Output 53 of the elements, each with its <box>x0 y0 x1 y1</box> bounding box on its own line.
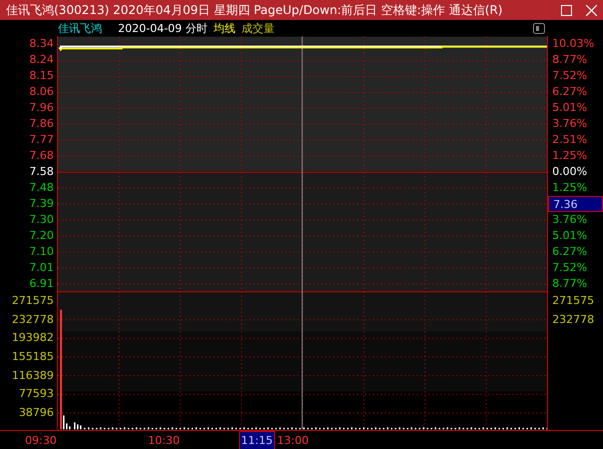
volume-axis-label: 232778 <box>551 312 596 328</box>
volume-axis-label: 38796 <box>18 405 55 422</box>
price-label: 7.48 <box>28 180 55 196</box>
time-label: 09:30 <box>25 434 57 447</box>
percent-label: 6.27% <box>552 245 588 259</box>
percent-label: 1.25% <box>552 149 588 163</box>
price-label: 8.24 <box>28 52 55 68</box>
time-label: 11:15 <box>239 431 275 449</box>
price-label: 8.34 <box>28 36 55 52</box>
avg-line-label[interactable]: 均线 <box>213 20 236 36</box>
percent-label: 3.76% <box>552 213 588 227</box>
percent-label: 0.00% <box>552 165 588 179</box>
percent-label: 8.77% <box>552 53 588 67</box>
close-icon[interactable] <box>586 4 597 16</box>
window-title: 佳讯飞鸿(300213) 2020年04月09日 星期四 PageUp/Down:前后日 空格键:操作 通达信(R) <box>6 2 504 18</box>
chart-date: 2020-04-09 分时 <box>118 20 208 36</box>
percent-label: 7.52% <box>552 261 588 275</box>
percent-label: 1.25% <box>552 181 588 195</box>
price-label: 7.01 <box>28 260 55 276</box>
volume-axis-label: 271575 <box>10 293 55 309</box>
price-label: 8.15 <box>28 68 55 84</box>
price-label: 7.39 <box>28 196 55 212</box>
cursor-price: 7.36 <box>548 196 603 212</box>
price-label: 7.96 <box>28 100 55 116</box>
percent-label: 7.52% <box>552 69 588 83</box>
time-label: 13:00 <box>277 434 309 447</box>
percent-label: 5.01% <box>552 229 588 243</box>
percent-label: 5.01% <box>552 101 588 115</box>
maximize-icon[interactable] <box>561 4 572 16</box>
toggle-icon[interactable] <box>533 22 545 34</box>
volume-axis-label: 155185 <box>10 349 55 366</box>
price-label: 7.10 <box>28 244 55 260</box>
price-label: 6.91 <box>28 276 55 292</box>
percent-label: 3.76% <box>552 117 588 131</box>
time-label: 10:30 <box>148 434 180 447</box>
percent-label: 8.77% <box>552 277 588 291</box>
stock-name: 佳讯飞鸿 <box>58 20 102 36</box>
volume-axis-label: 116389 <box>10 368 55 384</box>
percent-label: 6.27% <box>552 85 588 99</box>
price-label: 7.86 <box>28 116 55 132</box>
price-label: 7.58 <box>28 164 55 180</box>
volume-axis-label: 232778 <box>10 312 55 328</box>
percent-label: 10.03% <box>552 37 594 51</box>
volume-axis-label: 193982 <box>10 330 55 346</box>
volume-axis-label: 271575 <box>551 293 596 309</box>
percent-label: 2.51% <box>552 133 588 147</box>
volume-axis-label: 77593 <box>18 386 55 402</box>
volume-label[interactable]: 成交量 <box>241 20 274 36</box>
price-label: 7.77 <box>28 132 55 148</box>
price-label: 7.20 <box>28 228 55 244</box>
price-label: 8.06 <box>28 84 55 100</box>
price-label: 7.30 <box>28 212 55 228</box>
price-label: 7.68 <box>28 148 55 164</box>
